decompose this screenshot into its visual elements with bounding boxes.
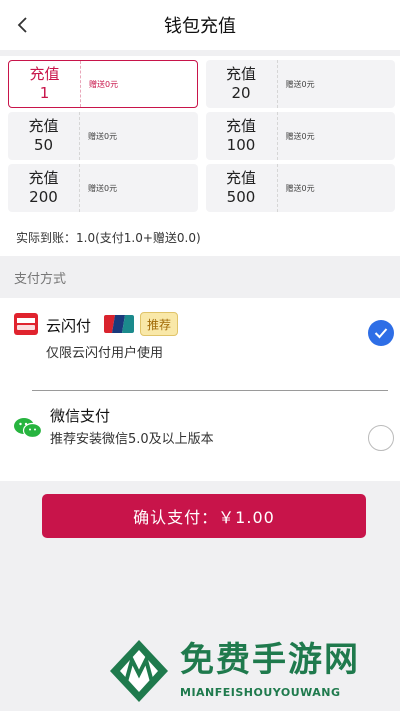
header-bar: 钱包充值 bbox=[0, 0, 400, 50]
payment-desc: 仅限云闪付用户使用 bbox=[46, 346, 164, 361]
payment-methods: 云闪付 推荐 仅限云闪付用户使用 微信支付 推荐安装微信5.0及以上版本 bbox=[0, 298, 400, 481]
amount-value: 500 bbox=[226, 188, 256, 206]
chevron-left-icon[interactable] bbox=[10, 12, 36, 38]
bonus-text: 赠送0元 bbox=[88, 183, 118, 193]
amount-grid: 充值 1 赠送0元 充值 20 赠送0元 充值 50 赠送0元 充值 100 赠送0元 … bbox=[0, 56, 400, 218]
recommend-tag: 推荐 bbox=[140, 312, 179, 336]
amount-value: 20 bbox=[231, 84, 251, 102]
watermark: 免费手游网 MIANFEISHOUYOUWANG bbox=[100, 636, 396, 708]
payment-option-unionpay[interactable]: 云闪付 推荐 仅限云闪付用户使用 bbox=[0, 298, 400, 390]
actual-amount-text: 实际到账：1.0(支付1.0+赠送0.0) bbox=[0, 218, 400, 256]
bonus-text: 赠送0元 bbox=[285, 183, 315, 193]
amount-value: 200 bbox=[29, 188, 58, 206]
confirm-pay-button[interactable]: 确认支付：￥1.00 bbox=[42, 494, 366, 538]
amount-label: 充值 bbox=[225, 169, 256, 187]
page-title: 钱包充值 bbox=[164, 16, 236, 37]
watermark-subtitle: MIANFEISHOUYOUWANG bbox=[180, 686, 341, 699]
watermark-title: 免费手游网 bbox=[180, 640, 360, 680]
amount-label: 充值 bbox=[225, 65, 256, 83]
amount-label: 充值 bbox=[225, 117, 256, 135]
payment-desc: 推荐安装微信5.0及以上版本 bbox=[50, 432, 214, 447]
unionpay-icon bbox=[14, 313, 38, 335]
amount-option-100[interactable]: 充值 100 赠送0元 bbox=[205, 112, 395, 160]
amount-label: 充值 bbox=[28, 169, 59, 187]
payment-name: 云闪付 bbox=[46, 317, 92, 335]
bonus-text: 赠送0元 bbox=[285, 79, 315, 89]
amount-value: 1 bbox=[39, 84, 50, 102]
payment-option-wechat[interactable]: 微信支付 推荐安装微信5.0及以上版本 bbox=[0, 391, 400, 481]
bonus-text: 赠送0元 bbox=[88, 131, 118, 141]
radio-checked-icon[interactable] bbox=[368, 320, 394, 346]
amount-label: 充值 bbox=[29, 65, 60, 83]
unionpay-badge-icon bbox=[104, 315, 134, 333]
amount-option-20[interactable]: 充值 20 赠送0元 bbox=[205, 60, 395, 108]
payment-name: 微信支付 bbox=[50, 407, 111, 425]
bonus-text: 赠送0元 bbox=[285, 131, 315, 141]
amount-value: 50 bbox=[33, 136, 54, 154]
amount-option-1[interactable]: 充值 1 赠送0元 bbox=[8, 60, 198, 108]
amount-label: 充值 bbox=[28, 117, 59, 135]
bonus-text: 赠送0元 bbox=[89, 79, 119, 89]
amount-option-50[interactable]: 充值 50 赠送0元 bbox=[8, 112, 198, 160]
radio-unchecked-icon[interactable] bbox=[368, 425, 394, 451]
amount-option-500[interactable]: 充值 500 赠送0元 bbox=[205, 164, 395, 212]
wechat-icon bbox=[13, 417, 43, 439]
payment-section-label: 支付方式 bbox=[14, 271, 67, 287]
amount-option-200[interactable]: 充值 200 赠送0元 bbox=[8, 164, 198, 212]
amount-value: 100 bbox=[226, 136, 256, 154]
watermark-logo-icon bbox=[106, 638, 172, 704]
